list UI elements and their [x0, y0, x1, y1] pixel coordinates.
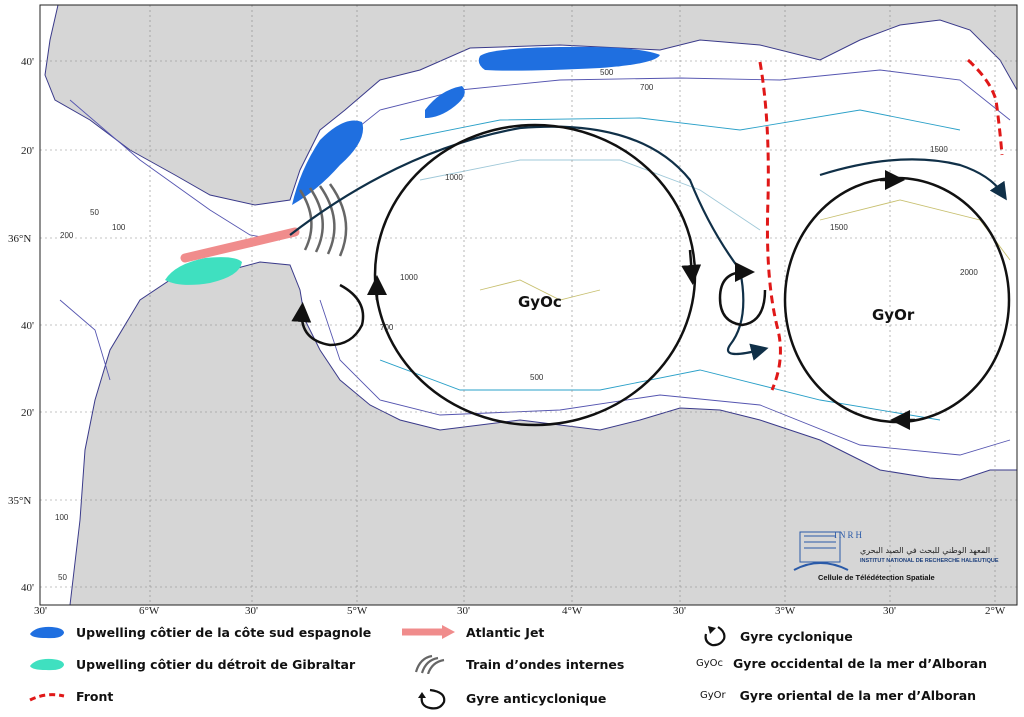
logo-arabic-name: المعهد الوطني للبحث في الصيد البحري [860, 546, 991, 555]
lon-label: 30' [883, 605, 896, 617]
lon-label: 30' [34, 605, 47, 617]
lon-label: 3°W [775, 605, 796, 617]
lon-label: 30' [245, 605, 258, 617]
internal-waves-icon [414, 654, 445, 674]
contour-label: 1000 [445, 173, 463, 182]
latitude-labels: 40' 20' 36°N 40' 20' 35°N 40' [8, 56, 34, 594]
gyre-label-west: GyOc [518, 293, 562, 311]
lon-label: 4°W [562, 605, 583, 617]
logo-unit: Cellule de Télédétection Spatiale [818, 573, 935, 582]
legend: Upwelling côtier de la côte sud espagnol… [0, 618, 1024, 717]
lon-label: 30' [673, 605, 686, 617]
legend-item-anticyclonic: Gyre anticyclonique [416, 686, 606, 710]
contour-label: 1500 [830, 223, 848, 232]
lon-label: 6°W [139, 605, 160, 617]
contour-label: 500 [600, 68, 614, 77]
logo-acronym: INRH [834, 530, 864, 540]
lat-label: 40' [21, 320, 34, 332]
lat-label: 36°N [8, 233, 31, 245]
lon-label: 5°W [347, 605, 368, 617]
legend-abbr: GyOr [700, 690, 726, 701]
contour-label: 500 [530, 373, 544, 382]
logo-french-name: INSTITUT NATIONAL DE RECHERCHE HALIEUTIQ… [860, 558, 999, 564]
lat-label: 35°N [8, 495, 31, 507]
legend-label: Gyre anticyclonique [466, 690, 607, 706]
red-dashed-line-icon [29, 693, 65, 702]
legend-label: Front [76, 688, 114, 704]
legend-item-cyclonic: Gyre cyclonique [700, 624, 853, 648]
legend-item-front: Front [28, 688, 113, 704]
contour-label: 50 [90, 208, 99, 217]
contour-label: 100 [112, 223, 126, 232]
gyre-label-east: GyOr [872, 306, 915, 324]
legend-label: Gyre cyclonique [740, 628, 853, 644]
legend-label: Gyre occidental de la mer d’Alboran [733, 656, 988, 671]
teal-blob-icon [30, 658, 64, 671]
lat-label: 40' [21, 582, 34, 594]
legend-item-upwelling-gibraltar: Upwelling côtier du détroit de Gibraltar [28, 656, 355, 672]
legend-item-upwelling-spain: Upwelling côtier de la côte sud espagnol… [28, 624, 371, 640]
legend-label: Train d’ondes internes [466, 656, 625, 672]
blue-blob-icon [30, 626, 64, 639]
lon-label: 30' [457, 605, 470, 617]
contour-label: 100 [55, 513, 69, 522]
legend-item-gyoc: GyOc Gyre occidental de la mer d’Alboran [696, 656, 987, 671]
legend-label: Gyre oriental de la mer d’Alboran [739, 688, 977, 703]
pink-arrow-icon [402, 625, 455, 639]
longitude-labels: 30' 6°W 30' 5°W 30' 4°W 30' 3°W 30' 2°W [34, 605, 1006, 617]
contour-label: 50 [58, 573, 67, 582]
legend-label: Atlantic Jet [466, 624, 545, 640]
legend-label: Upwelling côtier de la côte sud espagnol… [76, 624, 372, 640]
contour-label: 2000 [960, 268, 978, 277]
lat-label: 40' [21, 56, 34, 68]
contour-label: 1500 [930, 145, 948, 154]
legend-item-gyor: GyOr Gyre oriental de la mer d’Alboran [700, 688, 976, 703]
lat-label: 20' [21, 407, 34, 419]
contour-label: 200 [60, 231, 74, 240]
anticyclonic-arrow-icon [418, 688, 446, 710]
contour-label: 700 [640, 83, 654, 92]
legend-abbr: GyOc [696, 658, 724, 669]
legend-label: Upwelling côtier du détroit de Gibraltar [76, 656, 356, 672]
alboran-sea-map: 50 100 200 500 700 1000 1500 2000 500 70… [8, 4, 1018, 617]
legend-item-atlantic-jet: Atlantic Jet [400, 624, 544, 640]
legend-item-internal-waves: Train d’ondes internes [410, 654, 624, 674]
contour-label: 1000 [400, 273, 418, 282]
inrh-logo: INRH المعهد الوطني للبحث في الصيد البحري… [790, 522, 1020, 584]
lon-label: 2°W [985, 605, 1006, 617]
cyclonic-arrow-icon [704, 626, 726, 647]
lat-label: 20' [21, 145, 34, 157]
